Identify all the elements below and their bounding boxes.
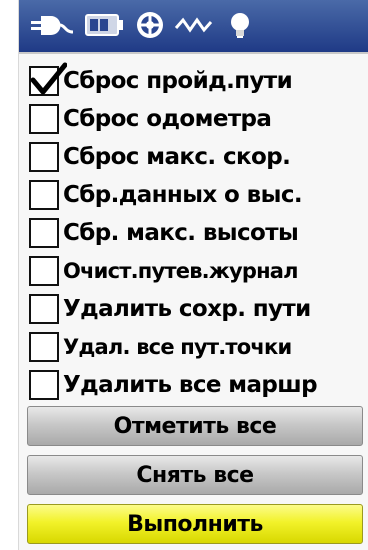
reset-option-label: Сбр.данных о выс.: [63, 182, 303, 208]
check-mark-icon: [30, 62, 67, 95]
reset-option-delete-saved-tracks[interactable]: Удалить сохр. пути: [29, 290, 368, 328]
battery-icon: [83, 10, 125, 40]
reset-option-label: Удалить сохр. пути: [63, 296, 311, 322]
deselect-all-button[interactable]: Снять все: [27, 455, 363, 495]
checkbox[interactable]: [29, 180, 59, 210]
reset-option-odometer[interactable]: Сброс одометра: [29, 100, 368, 138]
select-all-button[interactable]: Отметить все: [27, 406, 363, 446]
reset-option-max-elevation[interactable]: Сбр. макс. высоты: [29, 214, 368, 252]
status-bar: [19, 0, 368, 54]
checkbox[interactable]: [29, 370, 59, 400]
reset-option-trip[interactable]: Сброс пройд.пути: [29, 62, 368, 100]
checkbox-checked[interactable]: [29, 62, 67, 96]
reset-option-clear-track-log[interactable]: Очист.путев.журнал: [29, 252, 368, 290]
reset-option-max-speed[interactable]: Сброс макс. скор.: [29, 138, 368, 176]
checkbox[interactable]: [29, 218, 59, 248]
checkbox[interactable]: [29, 142, 59, 172]
reset-option-label: Сбр. макс. высоты: [63, 220, 299, 246]
reset-option-delete-waypoints[interactable]: Удал. все пут.точки: [29, 328, 368, 366]
reset-screen: Сброс пройд.пути Сброс одометра Сброс ма…: [18, 0, 368, 550]
reset-option-elevation-data[interactable]: Сбр.данных о выс.: [29, 176, 368, 214]
reset-option-label: Сброс макс. скор.: [63, 144, 291, 170]
reset-option-label: Удал. все пут.точки: [63, 335, 292, 359]
checkbox[interactable]: [29, 294, 59, 324]
power-plug-icon: [29, 10, 75, 40]
reset-option-label: Очист.путев.журнал: [63, 259, 299, 283]
checkbox[interactable]: [29, 256, 59, 286]
reset-option-label: Сброс пройд.пути: [63, 68, 293, 94]
signal-wave-icon: [173, 10, 215, 40]
reset-option-label: Сброс одометра: [63, 106, 272, 132]
checkbox[interactable]: [29, 332, 59, 362]
backlight-bulb-icon: [227, 10, 253, 40]
checkbox[interactable]: [29, 104, 59, 134]
reset-option-label: Удалить все маршр: [63, 372, 318, 398]
apply-button[interactable]: Выполнить: [27, 504, 363, 544]
reset-option-delete-routes[interactable]: Удалить все маршр: [29, 366, 368, 404]
satellite-icon: [133, 10, 167, 40]
